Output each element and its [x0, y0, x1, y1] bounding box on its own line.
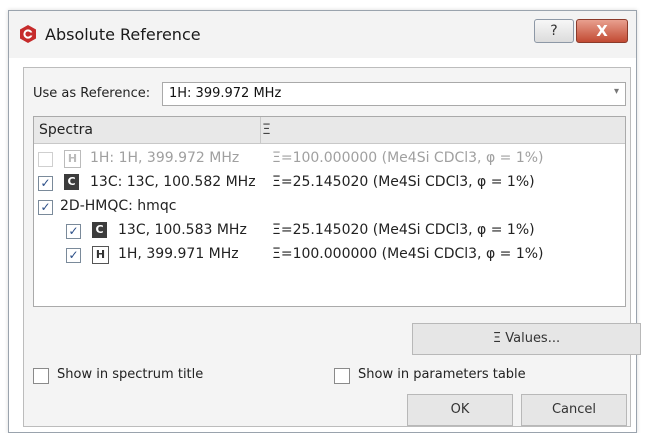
tree-row[interactable]: ✓ C 13C: 13C, 100.582 MHz Ξ=25.145020 (M…	[34, 172, 624, 196]
column-header-xi[interactable]: Ξ	[262, 122, 271, 138]
title-bar: Absolute Reference ? X	[9, 11, 636, 58]
spectrum-label: 2D-HMQC: hmqc	[60, 198, 177, 214]
row-checkbox[interactable]	[38, 152, 53, 167]
dialog-body: Use as Reference: 1H: 399.972 MHz ▾ Spec…	[23, 67, 641, 427]
show-in-params-checkbox[interactable]	[334, 368, 350, 384]
xi-value: Ξ=25.145020 (Me4Si CDCl3, φ = 1%)	[272, 222, 535, 238]
row-checkbox[interactable]: ✓	[66, 224, 81, 239]
spectrum-label: 13C: 13C, 100.582 MHz	[90, 174, 256, 190]
show-in-params-label: Show in parameters table	[358, 367, 526, 382]
spectra-tree[interactable]: Spectra Ξ H 1H: 1H, 399.972 MHz Ξ=100.00…	[33, 116, 626, 307]
c-nucleus-icon: C	[92, 222, 107, 238]
cancel-button[interactable]: Cancel	[521, 394, 627, 426]
spectrum-label: 1H, 399.971 MHz	[118, 246, 239, 262]
tree-row[interactable]: ✓ 2D-HMQC: hmqc	[34, 196, 624, 220]
column-header-spectra[interactable]: Spectra	[34, 117, 261, 143]
ok-button[interactable]: OK	[407, 394, 513, 426]
h-nucleus-icon: H	[92, 246, 109, 264]
dialog-title: Absolute Reference	[45, 25, 201, 44]
spectrum-label: 13C, 100.583 MHz	[118, 222, 247, 238]
reference-dropdown[interactable]: 1H: 399.972 MHz ▾	[162, 82, 626, 106]
chevron-down-icon: ▾	[613, 86, 619, 97]
row-checkbox[interactable]: ✓	[66, 248, 81, 263]
show-in-title-checkbox[interactable]	[33, 368, 49, 384]
tree-row[interactable]: ✓ H 1H, 399.971 MHz Ξ=100.000000 (Me4Si …	[34, 244, 624, 268]
close-button[interactable]: X	[576, 19, 628, 43]
c-nucleus-icon: C	[64, 174, 79, 190]
tree-row[interactable]: ✓ C 13C, 100.583 MHz Ξ=25.145020 (Me4Si …	[34, 220, 624, 244]
reference-selected-value: 1H: 399.972 MHz	[169, 86, 282, 101]
xi-value: Ξ=25.145020 (Me4Si CDCl3, φ = 1%)	[272, 174, 535, 190]
spectrum-label: 1H: 1H, 399.972 MHz	[90, 150, 240, 166]
absolute-reference-dialog: Absolute Reference ? X Use as Reference:…	[8, 10, 641, 433]
tree-header: Spectra Ξ	[34, 117, 625, 144]
xi-values-button[interactable]: Ξ Values...	[412, 323, 641, 355]
h-nucleus-icon: H	[64, 150, 81, 168]
row-checkbox[interactable]: ✓	[38, 176, 53, 191]
tree-row[interactable]: H 1H: 1H, 399.972 MHz Ξ=100.000000 (Me4S…	[34, 148, 624, 172]
app-logo-icon	[20, 25, 36, 43]
help-button[interactable]: ?	[534, 19, 574, 43]
show-in-title-label: Show in spectrum title	[57, 367, 204, 382]
row-checkbox[interactable]: ✓	[38, 200, 53, 215]
spectra-header-label: Spectra	[39, 122, 93, 138]
xi-value: Ξ=100.000000 (Me4Si CDCl3, φ = 1%)	[272, 150, 544, 166]
reference-label: Use as Reference:	[33, 86, 151, 101]
xi-value: Ξ=100.000000 (Me4Si CDCl3, φ = 1%)	[272, 246, 544, 262]
